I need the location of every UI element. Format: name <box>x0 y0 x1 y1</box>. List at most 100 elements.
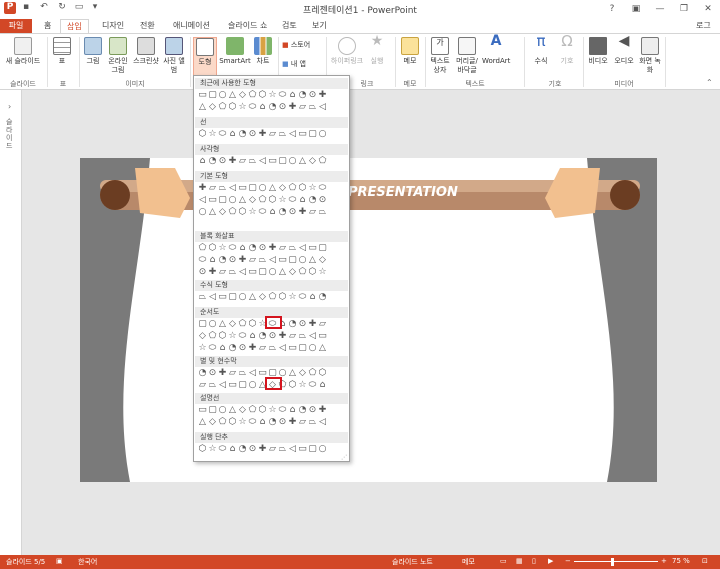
shape-option-icon[interactable]: ⊙ <box>278 103 287 112</box>
shape-option-icon[interactable]: ○ <box>308 344 317 353</box>
shape-option-icon[interactable]: ✚ <box>308 320 317 329</box>
notes-button[interactable]: 슬라이드 노트 <box>392 557 433 567</box>
shape-option-icon[interactable]: ▱ <box>268 445 277 454</box>
shape-option-icon[interactable]: ✚ <box>238 256 247 265</box>
shape-option-icon[interactable]: ○ <box>318 130 327 139</box>
shape-option-icon[interactable]: ☆ <box>248 208 257 217</box>
shape-option-icon[interactable]: ⏢ <box>288 244 297 253</box>
shape-option-icon[interactable]: ✚ <box>288 418 297 427</box>
language-indicator[interactable]: 한국어 <box>78 557 97 567</box>
shape-option-icon[interactable]: ◔ <box>238 130 247 139</box>
shape-option-icon[interactable]: ◇ <box>218 208 227 217</box>
shape-option-icon[interactable]: ▭ <box>218 293 227 302</box>
hyperlink-button[interactable]: 하이퍼링크 <box>330 37 364 66</box>
shape-option-icon[interactable]: ◇ <box>208 103 217 112</box>
shape-option-icon[interactable]: ⏢ <box>278 130 287 139</box>
shape-option-icon[interactable]: ◔ <box>298 91 307 100</box>
tab-insert[interactable]: 삽입 <box>60 19 89 33</box>
shape-option-icon[interactable]: ▢ <box>218 196 227 205</box>
shape-option-icon[interactable]: ▭ <box>298 445 307 454</box>
slide-sorter-icon[interactable]: ▦ <box>516 557 523 565</box>
shape-option-icon[interactable]: ⊙ <box>318 196 327 205</box>
lines-row[interactable]: ⬡ ☆ ⬭ ⌂ ◔ ⊙ ✚ ▱ ⏢ ◁ ▭ ▢ ○ <box>198 130 346 140</box>
shape-option-icon[interactable]: ◁ <box>208 293 217 302</box>
shape-option-icon[interactable]: ⬭ <box>298 293 307 302</box>
shape-option-icon[interactable]: ⌂ <box>198 157 207 166</box>
shape-option-icon[interactable]: ⊙ <box>308 406 317 415</box>
shape-option-icon[interactable]: ▢ <box>308 130 317 139</box>
shape-option-icon[interactable]: ▢ <box>258 268 267 277</box>
shape-option-icon[interactable]: ▱ <box>268 130 277 139</box>
shape-option-icon[interactable]: ⬭ <box>218 130 227 139</box>
shape-option-icon[interactable]: ☆ <box>268 91 277 100</box>
shape-option-icon[interactable]: ▱ <box>298 103 307 112</box>
shape-option-icon[interactable]: ⬠ <box>198 244 207 253</box>
shape-option-icon[interactable]: △ <box>298 157 307 166</box>
shape-option-icon[interactable]: ▱ <box>208 184 217 193</box>
shape-option-icon[interactable]: ◇ <box>208 418 217 427</box>
shape-option-icon[interactable]: ⏢ <box>208 381 217 390</box>
shape-option-icon[interactable]: ▭ <box>318 332 327 341</box>
shape-option-icon[interactable]: ◁ <box>198 196 207 205</box>
shape-option-icon[interactable]: ⬡ <box>228 103 237 112</box>
collapse-ribbon-icon[interactable]: ⌃ <box>706 78 713 87</box>
shape-option-icon[interactable]: ⬭ <box>248 418 257 427</box>
shape-option-icon[interactable]: ⊙ <box>268 332 277 341</box>
shape-option-icon[interactable]: ⬭ <box>228 244 237 253</box>
ribbon-display-icon[interactable]: ▣ <box>624 0 648 18</box>
shape-option-icon[interactable]: ⬠ <box>218 103 227 112</box>
shape-option-icon[interactable]: ▢ <box>308 445 317 454</box>
shape-option-icon[interactable]: △ <box>198 418 207 427</box>
shape-option-icon[interactable]: ⬠ <box>208 332 217 341</box>
basic-shapes-row[interactable]: ○ △ ◇ ⬠ ⬡ ☆ ⬭ ⌂ ◔ ⊙ ✚ ▱ ⏢ <box>198 208 346 218</box>
shape-option-icon[interactable]: ○ <box>298 256 307 265</box>
shape-option-icon[interactable]: ▱ <box>288 332 297 341</box>
shape-option-icon[interactable]: ⬡ <box>288 381 297 390</box>
shape-option-icon[interactable]: ⊙ <box>218 157 227 166</box>
resize-grip-icon[interactable]: ⋰ <box>341 454 347 461</box>
shape-option-icon[interactable]: ⬭ <box>258 208 267 217</box>
shape-option-icon[interactable]: △ <box>228 406 237 415</box>
shape-option-icon[interactable]: ☆ <box>228 332 237 341</box>
shape-option-icon[interactable]: ⬭ <box>218 445 227 454</box>
shape-option-icon[interactable]: ▱ <box>318 320 327 329</box>
shape-option-icon[interactable]: ○ <box>208 320 217 329</box>
shape-option-icon[interactable]: ⏢ <box>198 293 207 302</box>
shape-option-icon[interactable]: ✚ <box>248 344 257 353</box>
shape-option-icon[interactable]: ◁ <box>318 103 327 112</box>
shape-option-icon[interactable]: ◇ <box>278 184 287 193</box>
shape-option-icon[interactable]: ⬡ <box>318 369 327 378</box>
smartart-button[interactable]: SmartArt <box>219 37 251 66</box>
shape-option-icon[interactable]: ☆ <box>218 244 227 253</box>
shape-option-icon[interactable]: ⌂ <box>308 293 317 302</box>
shape-option-icon[interactable]: △ <box>318 344 327 353</box>
shape-option-icon[interactable]: ✚ <box>198 184 207 193</box>
shape-option-icon[interactable]: ⬭ <box>278 406 287 415</box>
shape-option-icon[interactable]: ◁ <box>288 445 297 454</box>
callouts-row[interactable]: △ ◇ ⬠ ⬡ ☆ ⬭ ⌂ ◔ ⊙ ✚ ▱ ⏢ ◁ <box>198 418 346 428</box>
shape-option-icon[interactable]: ○ <box>258 184 267 193</box>
wave-banner-highlight[interactable] <box>265 377 282 390</box>
shape-option-icon[interactable]: ◇ <box>248 196 257 205</box>
shape-option-icon[interactable]: ▭ <box>298 130 307 139</box>
action-buttons-row[interactable]: ⬡ ☆ ⬭ ⌂ ◔ ⊙ ✚ ▱ ⏢ ◁ ▭ ▢ ○ <box>198 445 346 455</box>
shape-option-icon[interactable]: ○ <box>238 293 247 302</box>
shape-option-icon[interactable]: ⬡ <box>238 208 247 217</box>
picture-button[interactable]: 그림 <box>82 37 104 66</box>
shape-option-icon[interactable]: ▭ <box>238 184 247 193</box>
shape-option-icon[interactable]: ⏢ <box>228 268 237 277</box>
new-slide-button[interactable]: 새 슬라이드 <box>3 37 43 66</box>
zoom-slider-thumb[interactable] <box>611 558 614 566</box>
shape-option-icon[interactable]: ☆ <box>318 268 327 277</box>
shape-option-icon[interactable]: ⌂ <box>318 381 327 390</box>
shape-option-icon[interactable]: ⊙ <box>228 256 237 265</box>
shape-option-icon[interactable]: ▱ <box>308 208 317 217</box>
block-arrows-row[interactable]: ⬠ ⬡ ☆ ⬭ ⌂ ◔ ⊙ ✚ ▱ ⏢ ◁ ▭ ▢ <box>198 244 346 254</box>
shape-option-icon[interactable]: ⏢ <box>318 208 327 217</box>
photo-album-button[interactable]: 사진 앨범 <box>162 37 186 75</box>
shape-option-icon[interactable]: △ <box>268 184 277 193</box>
shape-option-icon[interactable]: ○ <box>268 268 277 277</box>
shape-option-icon[interactable]: ⏢ <box>218 184 227 193</box>
shape-option-icon[interactable]: ⌂ <box>248 332 257 341</box>
shape-option-icon[interactable]: ☆ <box>208 445 217 454</box>
